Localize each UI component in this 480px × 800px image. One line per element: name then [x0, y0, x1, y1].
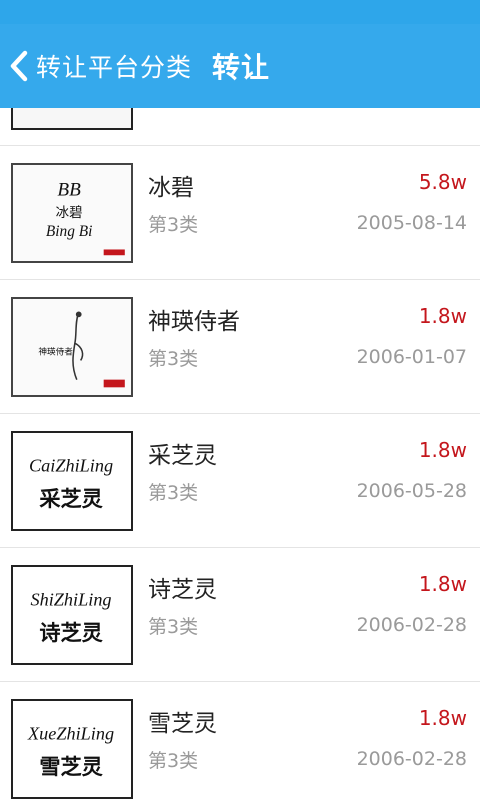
item-category: 第3类: [148, 348, 199, 370]
item-name: 神瑛侍者: [148, 309, 240, 335]
item-category: 第3类: [148, 214, 199, 236]
item-date: 2006-02-28: [356, 614, 467, 636]
item-price: 1.8w: [418, 304, 467, 328]
logo-text: 神瑛侍者: [38, 346, 73, 358]
brand-tag-icon: [103, 249, 125, 256]
trademark-thumbnail: ShiZhiLing 诗芝灵: [11, 565, 133, 665]
list-item[interactable]: 神瑛侍者 神瑛侍者 第3类 1.8w 2006-01-07: [0, 280, 480, 414]
trademark-thumbnail: [11, 108, 133, 130]
item-date: 2006-05-28: [356, 480, 467, 502]
trademark-thumbnail: 神瑛侍者: [11, 297, 133, 397]
app-header: 转让平台分类 转让: [0, 24, 480, 108]
chevron-left-icon: [10, 50, 28, 82]
logo-text: BB: [57, 180, 81, 201]
status-bar: [0, 0, 480, 24]
list-item[interactable]: XueZhiLing 雪芝灵 雪芝灵 第3类 1.8w 2006-02-28: [0, 682, 480, 800]
logo-text: ShiZhiLing: [31, 589, 112, 609]
item-date: 2006-01-07: [356, 346, 467, 368]
item-date: 2006-02-28: [356, 748, 467, 770]
logo-text: XueZhiLing: [27, 723, 114, 743]
item-category: 第3类: [148, 616, 199, 638]
item-category: 第3类: [148, 482, 199, 504]
list-item[interactable]: BB 冰碧 Bing Bi 冰碧 第3类 5.8w 2005-08-14: [0, 146, 480, 280]
list-item[interactable]: ShiZhiLing 诗芝灵 诗芝灵 第3类 1.8w 2006-02-28: [0, 548, 480, 682]
logo-text: 诗芝灵: [39, 620, 103, 645]
item-price: 1.8w: [418, 438, 467, 462]
logo-text: Bing Bi: [46, 223, 93, 240]
item-price: 5.8w: [418, 170, 467, 194]
logo-text: 冰碧: [56, 205, 83, 221]
trademark-thumbnail: XueZhiLing 雪芝灵: [11, 699, 133, 799]
item-date: 2005-08-14: [356, 212, 467, 234]
list-item[interactable]: CaiZhiLing 采芝灵 采芝灵 第3类 1.8w 2006-05-28: [0, 414, 480, 548]
back-label: 转让平台分类: [36, 53, 193, 82]
item-name: 诗芝灵: [148, 577, 217, 603]
item-category: 第3类: [148, 750, 199, 772]
back-button[interactable]: 转让平台分类: [0, 24, 192, 108]
logo-text: 雪芝灵: [39, 754, 103, 779]
list-item[interactable]: [0, 108, 480, 146]
figure-head-icon: [75, 311, 82, 318]
item-name: 采芝灵: [148, 443, 217, 469]
item-name: 雪芝灵: [148, 711, 217, 737]
logo-text: 采芝灵: [39, 486, 103, 511]
page-title: 转让: [212, 51, 271, 84]
item-price: 1.8w: [418, 572, 467, 596]
figure-icon: [72, 312, 84, 380]
brand-tag-icon: [103, 379, 125, 388]
logo-text: CaiZhiLing: [29, 455, 113, 475]
trademark-list: BB 冰碧 Bing Bi 冰碧 第3类 5.8w 2005-08-14 神瑛侍…: [0, 108, 480, 800]
trademark-thumbnail: CaiZhiLing 采芝灵: [11, 431, 133, 531]
item-price: 1.8w: [418, 706, 467, 730]
trademark-thumbnail: BB 冰碧 Bing Bi: [11, 163, 133, 263]
item-name: 冰碧: [148, 175, 194, 201]
